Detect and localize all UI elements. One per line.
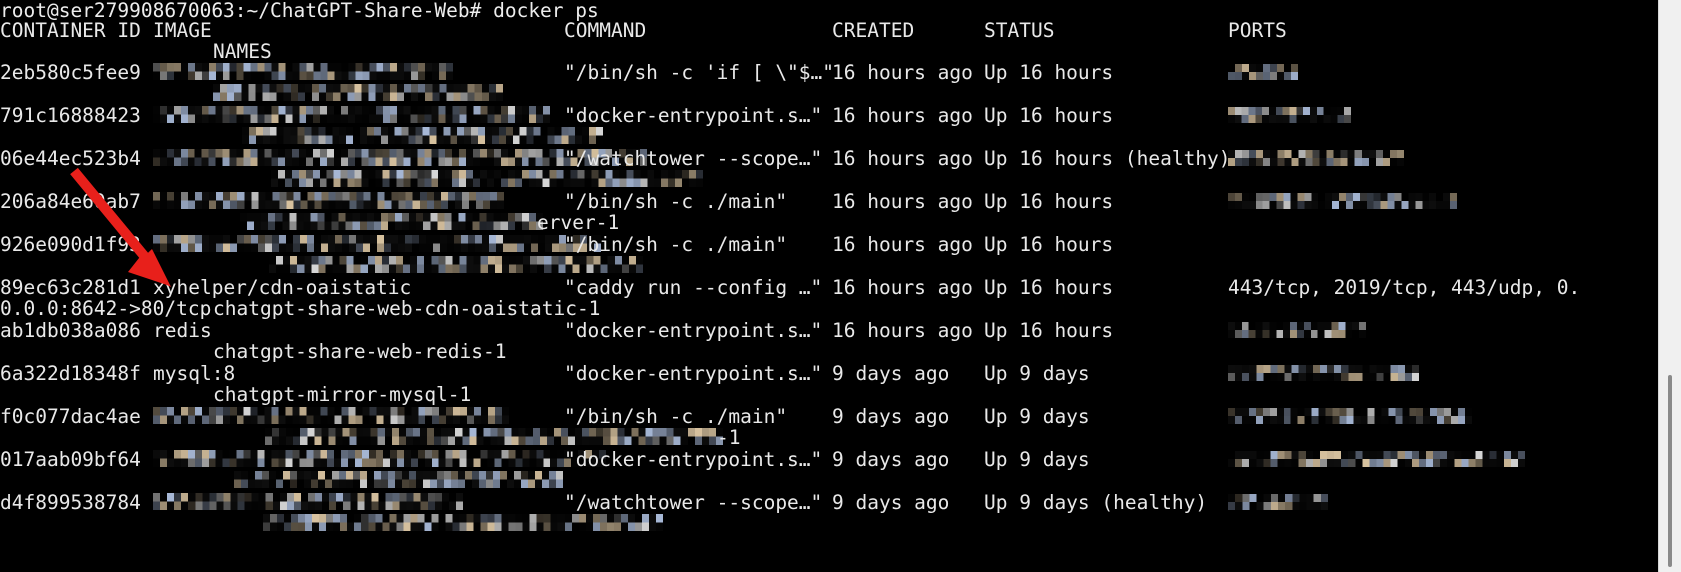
cell-names-redacted [265,428,723,445]
cell-command: "/watchtower --scope…" [564,491,823,514]
cell-created: 16 hours ago [832,319,973,342]
cell-command: "docker-entrypoint.s…" [564,448,823,471]
cell-image-redacted [153,192,504,209]
cell-names-partial: -1 [717,426,741,449]
cell-container-id: 6a322d18348f [0,362,141,385]
cell-command: "/bin/sh -c ./main" [564,190,788,213]
cell-ports-redacted [1228,193,1457,209]
cell-command: "/bin/sh -c 'if [ \"$…" [564,61,835,84]
cell-status: Up 16 hours [984,104,1114,127]
cell-names: chatgpt-share-web-cdn-oaistatic-1 [213,297,601,320]
cell-command: "/bin/sh -c ./main" [564,405,788,428]
cell-image-redacted [153,235,601,252]
column-header-container-id: CONTAINER ID [0,19,141,42]
column-header-image: IMAGE [153,19,212,42]
cell-created: 9 days ago [832,405,950,428]
cell-names-redacted [213,84,503,101]
cell-image: redis [153,319,212,342]
cell-names-redacted [269,256,643,273]
cell-names-redacted [234,471,563,488]
cell-status: Up 9 days [984,405,1090,428]
cell-status: Up 16 hours (healthy) [984,147,1231,170]
cell-ports-wrapped: 0.0.0:8642->80/tcp [0,297,212,320]
cell-names-redacted [242,127,603,144]
cell-created: 16 hours ago [832,147,973,170]
vertical-scrollbar-track[interactable] [1658,0,1681,572]
column-header-command: COMMAND [564,19,647,42]
cell-ports-redacted [1228,494,1328,510]
cell-command: "docker-entrypoint.s…" [564,319,823,342]
cell-status: Up 16 hours [984,233,1114,256]
cell-created: 16 hours ago [832,61,973,84]
cell-container-id: 89ec63c281d1 [0,276,141,299]
cell-ports: 443/tcp, 2019/tcp, 443/udp, 0. [1228,276,1581,299]
cell-image-redacted [153,450,606,467]
column-header-status: STATUS [984,19,1055,42]
cell-image-redacted [153,493,463,510]
cell-command: "/watchtower --scope…" [564,147,823,170]
cell-names-redacted [240,213,543,230]
cell-created: 16 hours ago [832,276,973,299]
cell-status: Up 16 hours [984,319,1114,342]
cell-ports-redacted [1228,150,1404,166]
cell-ports-redacted [1228,451,1525,467]
cell-container-id: 926e090d1f93 [0,233,141,256]
cell-container-id: 791c16888423 [0,104,141,127]
cell-command: "docker-entrypoint.s…" [564,104,823,127]
cell-container-id: d4f899538784 [0,491,141,514]
cell-command: "docker-entrypoint.s…" [564,362,823,385]
cell-ports-redacted [1228,107,1351,123]
cell-names-redacted [271,170,703,187]
cell-ports-redacted [1228,322,1366,338]
cell-container-id: 206a84e60ab7 [0,190,141,213]
cell-ports-redacted [1228,408,1472,424]
cell-image-redacted [153,407,509,424]
vertical-scrollbar-thumb[interactable] [1668,375,1672,567]
cell-ports-redacted [1228,365,1419,381]
cell-image: mysql:8 [153,362,236,385]
cell-status: Up 9 days [984,362,1090,385]
column-header-created: CREATED [832,19,915,42]
cell-status: Up 16 hours [984,276,1114,299]
cell-command: "/bin/sh -c ./main" [564,233,788,256]
cell-image-redacted [153,63,453,80]
cell-status: Up 16 hours [984,61,1114,84]
cell-container-id: 06e44ec523b4 [0,147,141,170]
cell-container-id: ab1db038a086 [0,319,141,342]
cell-created: 9 days ago [832,448,950,471]
cell-ports-redacted [1228,64,1298,80]
cell-created: 16 hours ago [832,104,973,127]
column-header-ports: PORTS [1228,19,1287,42]
cell-image: xyhelper/cdn-oaistatic [153,276,412,299]
cell-status: Up 9 days [984,448,1090,471]
cell-names-redacted [263,514,663,531]
terminal-screenshot: root@ser279908670063:~/ChatGPT-Share-Web… [0,0,1681,572]
cell-created: 16 hours ago [832,190,973,213]
cell-created: 9 days ago [832,362,950,385]
shell-prompt-line: root@ser279908670063:~/ChatGPT-Share-Web… [0,0,599,21]
cell-command: "caddy run --config …" [564,276,823,299]
cell-status: Up 16 hours [984,190,1114,213]
cell-names-partial: erver-1 [537,211,620,234]
terminal-output-pane[interactable]: root@ser279908670063:~/ChatGPT-Share-Web… [0,0,1659,572]
cell-names: chatgpt-share-web-redis-1 [213,340,507,363]
column-header-names: NAMES [213,40,272,63]
cell-status: Up 9 days (healthy) [984,491,1208,514]
cell-image-redacted [153,106,550,123]
cell-created: 9 days ago [832,491,950,514]
cell-names: chatgpt-mirror-mysql-1 [213,383,472,406]
cell-container-id: 017aab09bf64 [0,448,141,471]
cell-container-id: 2eb580c5fee9 [0,61,141,84]
cell-container-id: f0c077dac4ae [0,405,141,428]
cell-created: 16 hours ago [832,233,973,256]
